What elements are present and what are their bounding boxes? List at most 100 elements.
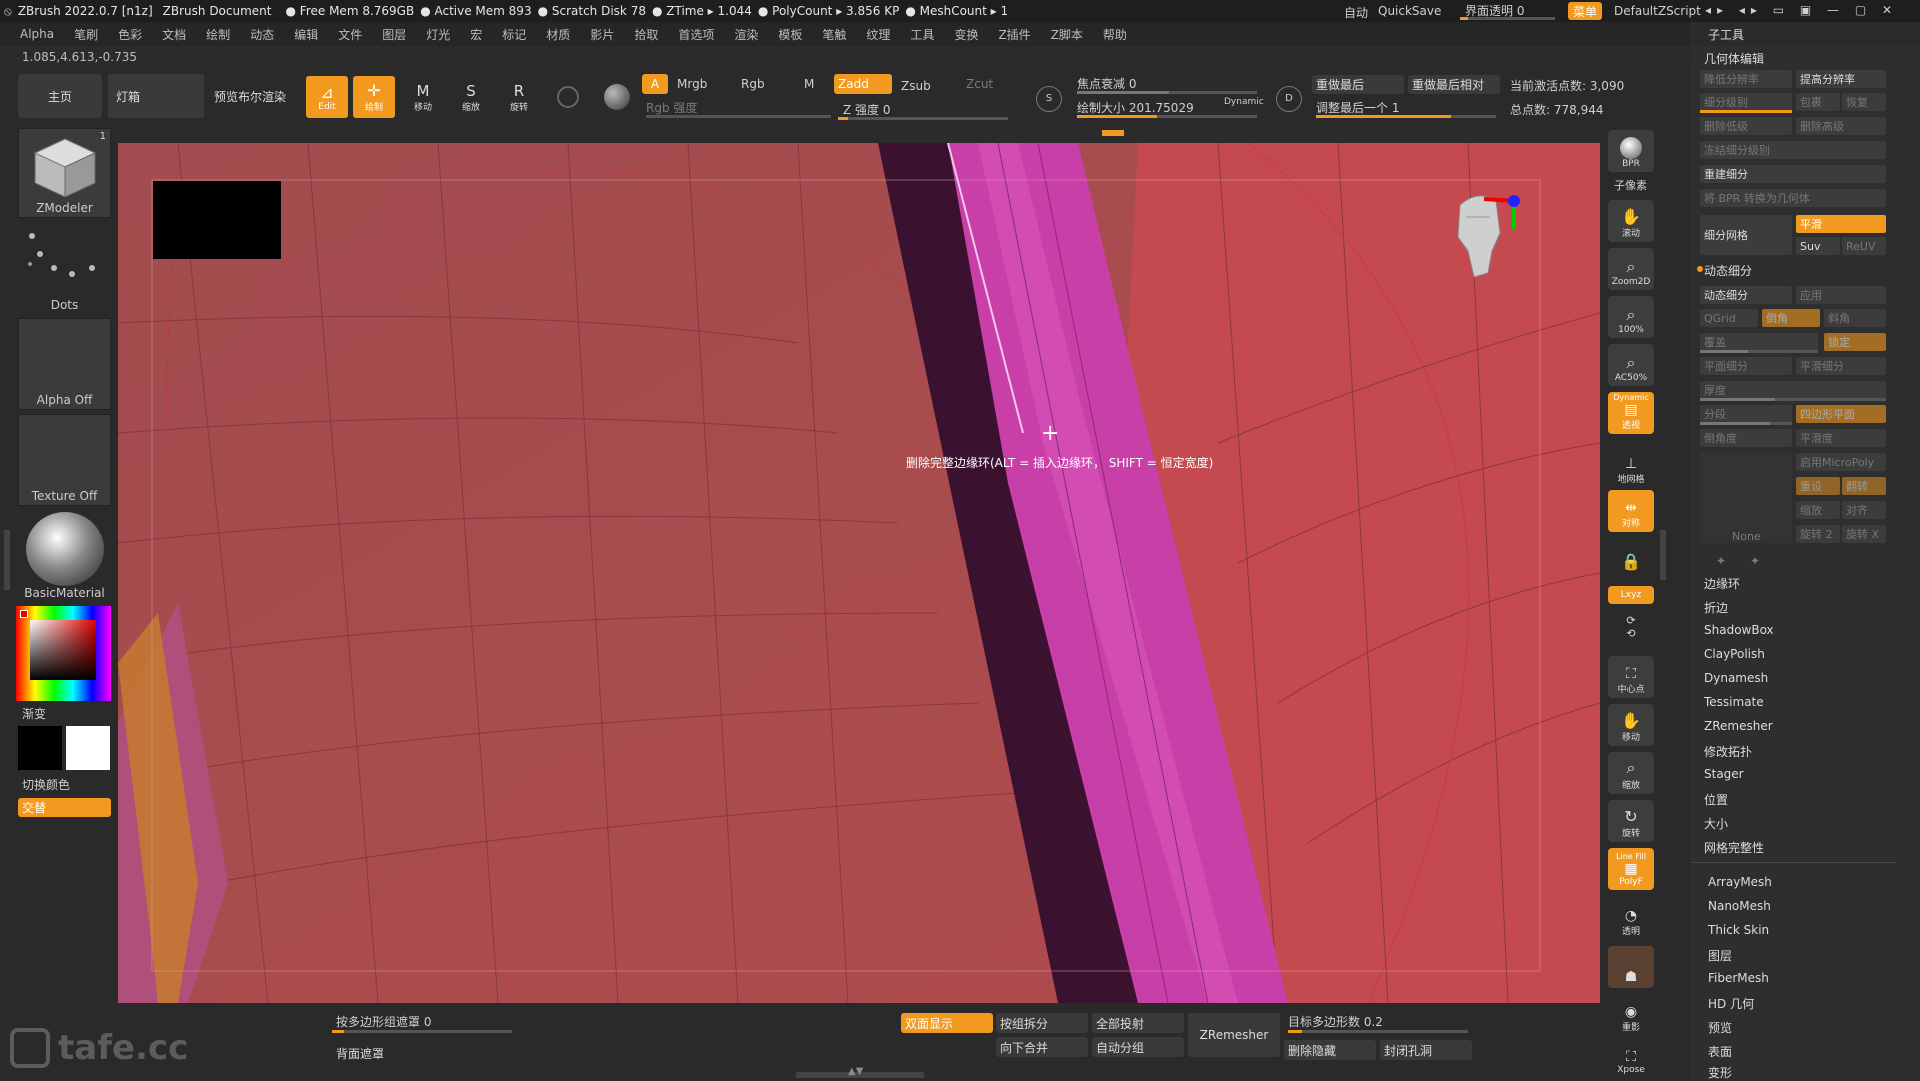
sphere-shaded-icon[interactable] [604, 84, 630, 110]
switch-color-button[interactable]: 切换颜色 [22, 776, 70, 793]
smoothness-slider[interactable]: 平滑度 [1796, 429, 1886, 447]
zcut-button[interactable]: Zcut [966, 77, 993, 91]
redo-last-relative-button[interactable]: 重做最后相对 [1408, 75, 1500, 94]
menu-movie[interactable]: 影片 [590, 26, 614, 43]
rotate-axis-icon[interactable]: ⟳ ⟲ [1608, 608, 1654, 648]
tool-thumbnail[interactable]: 1 ZModeler [18, 128, 111, 218]
menu-tool[interactable]: 工具 [910, 26, 934, 43]
focal-shift-slider[interactable]: 焦点衰减 0 [1077, 75, 1136, 92]
menu-zscript[interactable]: Z脚本 [1051, 26, 1083, 43]
scroll-button[interactable]: ✋ 滚动 [1608, 200, 1654, 242]
reuv-toggle[interactable]: ReUV [1842, 237, 1886, 255]
bpr-to-geo-button[interactable]: 将 BPR 转换为几何体 [1700, 189, 1886, 207]
alternate-button[interactable]: 交替 [18, 798, 111, 817]
dynamic-toggle[interactable]: Dynamic [1224, 97, 1264, 107]
redo-last-button[interactable]: 重做最后 [1312, 75, 1404, 94]
stager-item[interactable]: Stager [1704, 767, 1744, 781]
menu-zplugin[interactable]: Z插件 [998, 26, 1030, 43]
qgrid-slider[interactable]: QGrid [1700, 309, 1758, 327]
move-button[interactable]: M 移动 [402, 76, 444, 118]
menu-alpha[interactable]: Alpha [20, 27, 54, 41]
merge-down-button[interactable]: 向下合并 [996, 1037, 1088, 1057]
zremesher-button[interactable]: ZRemesher [1188, 1013, 1280, 1057]
ui-transparency-track[interactable] [1460, 17, 1555, 20]
rotatex-button[interactable]: 旋转 X [1842, 525, 1886, 543]
sdiv-slider[interactable]: 细分级别 [1700, 93, 1792, 111]
cage-button[interactable]: 包裹 [1796, 93, 1840, 111]
menu-stencil[interactable]: 模板 [778, 26, 802, 43]
xpose-button[interactable]: ⛶ Xpose [1608, 1040, 1654, 1078]
menu-brush[interactable]: 笔刷 [74, 26, 98, 43]
modify-topology-item[interactable]: 修改拓扑 [1704, 743, 1752, 760]
close-holes-button[interactable]: 封闭孔洞 [1380, 1040, 1472, 1060]
frame-button[interactable]: ⛶ 中心点 [1608, 656, 1654, 698]
split-groups-button[interactable]: 按组拆分 [996, 1013, 1088, 1033]
transparent-button[interactable]: ◔ 透明 [1608, 898, 1654, 940]
geometry-section-header[interactable]: 几何体编辑 [1704, 50, 1764, 67]
dynamesh-item[interactable]: Dynamesh [1704, 671, 1768, 685]
polyf-button[interactable]: Line Fill ▦ PolyF [1608, 848, 1654, 890]
backface-mask-button[interactable]: 背面遮罩 [332, 1043, 424, 1063]
segments-slider[interactable]: 分段 [1700, 405, 1792, 423]
target-polycount-slider[interactable]: 目标多边形数 0.2 [1288, 1013, 1383, 1030]
zremesher-item[interactable]: ZRemesher [1704, 719, 1773, 733]
canvas-viewport[interactable]: + 删除完整边缘环(ALT = 插入边缘环， SHIFT = 恒定宽度) [118, 143, 1600, 1003]
higher-res-button[interactable]: 提高分辨率 [1796, 70, 1886, 88]
dynamic-subdiv-header[interactable]: 动态细分 [1704, 262, 1752, 279]
quad-planar-toggle[interactable]: 四边形平面 [1796, 405, 1886, 423]
menu-picker[interactable]: 拾取 [634, 26, 658, 43]
zoom100-button[interactable]: ⌕ 100% [1608, 296, 1654, 338]
smooth-toggle[interactable]: 平滑 [1796, 215, 1886, 233]
default-zscript[interactable]: DefaultZScript [1614, 4, 1701, 18]
layers-item[interactable]: 图层 [1708, 947, 1732, 964]
zsub-button[interactable]: Zsub [901, 79, 931, 93]
navigation-head-icon[interactable] [1438, 177, 1528, 287]
move-view-button[interactable]: ✋ 移动 [1608, 704, 1654, 746]
arraymesh-item[interactable]: ArrayMesh [1708, 875, 1772, 889]
mask-by-polygroup-track[interactable] [332, 1030, 512, 1033]
bevel-angle-slider[interactable]: 倒角度 [1700, 429, 1792, 447]
menu-color[interactable]: 色彩 [118, 26, 142, 43]
nav-arrows-icon[interactable]: ✦ ✦ [1716, 552, 1760, 569]
position-item[interactable]: 位置 [1704, 791, 1728, 808]
quicksave-button[interactable]: QuickSave [1378, 4, 1441, 18]
floor-grid-button[interactable]: ⊥ 地网格 [1608, 446, 1654, 488]
scale-view-button[interactable]: ⌕ 缩放 [1608, 752, 1654, 794]
lock-toggle[interactable]: 锁定 [1824, 333, 1886, 351]
thickness-track[interactable] [1700, 398, 1886, 401]
suv-toggle[interactable]: Suv [1796, 237, 1840, 255]
fibermesh-item[interactable]: FiberMesh [1708, 971, 1769, 985]
lightbox-button[interactable]: 灯箱 [108, 74, 204, 118]
texture-thumbnail[interactable]: Texture Off [18, 414, 111, 506]
stroke-thumbnail[interactable]: Dots [18, 222, 111, 314]
menu-draw[interactable]: 绘制 [206, 26, 230, 43]
sphere-outline-icon[interactable] [557, 86, 579, 108]
lock-button[interactable]: 🔒 [1608, 540, 1654, 574]
del-lower-button[interactable]: 删除低级 [1700, 117, 1792, 135]
adjust-last-slider[interactable]: 调整最后一个 1 [1316, 99, 1399, 116]
sdiv-track[interactable] [1700, 110, 1792, 113]
rgb-intensity-track[interactable] [646, 115, 831, 118]
bpr-button[interactable]: BPR [1608, 130, 1654, 172]
dynamic-d-icon[interactable]: D [1276, 86, 1302, 112]
focal-shift-track[interactable] [1077, 91, 1257, 94]
claypolish-item[interactable]: ClayPolish [1704, 647, 1765, 661]
rgb-button[interactable]: Rgb [741, 77, 765, 91]
primary-color-swatch[interactable] [18, 726, 62, 770]
menu-dynamics[interactable]: 动态 [250, 26, 274, 43]
draw-size-track[interactable] [1077, 115, 1257, 118]
symmetry-button[interactable]: ⇹ 对称 [1608, 490, 1654, 532]
thickness-slider[interactable]: 厚度 [1700, 381, 1886, 399]
smooth-subdiv-slider[interactable]: 平滑细分 [1796, 357, 1886, 375]
menu-marker[interactable]: 标记 [502, 26, 526, 43]
material-thumbnail[interactable]: BasicMaterial [18, 510, 111, 602]
menu-transform[interactable]: 变换 [954, 26, 978, 43]
coverage-track[interactable] [1700, 350, 1818, 353]
menu-stroke[interactable]: 笔触 [822, 26, 846, 43]
a-button[interactable]: A [642, 74, 668, 94]
restore-button[interactable]: 恢复 [1842, 93, 1886, 111]
deformation-item[interactable]: 变形 [1708, 1064, 1732, 1081]
crease-item[interactable]: 折边 [1704, 599, 1728, 616]
hd-geometry-item[interactable]: HD 几何 [1708, 995, 1754, 1012]
m-button[interactable]: M [804, 77, 814, 91]
